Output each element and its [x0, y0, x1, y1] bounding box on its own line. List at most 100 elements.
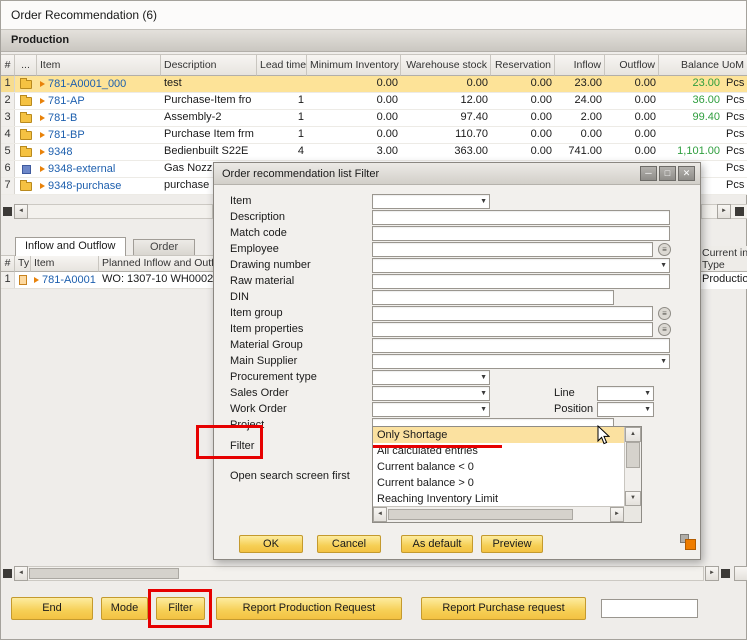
column-header[interactable]: Item	[31, 255, 99, 272]
tab-inflow-outflow[interactable]: Inflow and Outflow	[15, 237, 126, 256]
column-header[interactable]: Warehouse stock	[401, 54, 491, 76]
scroll-thumb[interactable]	[388, 509, 573, 520]
combo-field[interactable]: ▼	[372, 194, 490, 209]
line-combo[interactable]: ▼	[597, 386, 654, 401]
table-row[interactable]: 2 781-AP Purchase-Item fro 1 0.00 12.00 …	[1, 93, 747, 110]
scroll-thumb[interactable]	[626, 442, 640, 468]
column-header[interactable]: Balance UoM	[659, 54, 747, 76]
lead-time-cell	[257, 76, 307, 92]
item-link[interactable]: 781-A0001_000	[37, 76, 161, 92]
column-header[interactable]: Description	[161, 54, 257, 76]
report-purchase-request-button[interactable]: Report Purchase request	[421, 597, 586, 620]
chevron-down-icon[interactable]: ▼	[660, 358, 667, 365]
column-header[interactable]: Minimum Inventory	[307, 54, 401, 76]
chevron-down-icon[interactable]: ▼	[660, 262, 667, 269]
column-header[interactable]: #	[1, 54, 15, 76]
scroll-right-icon[interactable]: ►	[705, 566, 719, 581]
chevron-down-icon[interactable]: ▼	[480, 406, 487, 413]
text-field[interactable]	[372, 322, 653, 337]
dropdown-option[interactable]: Current balance > 0	[373, 475, 624, 491]
selection-icon[interactable]: ≡	[658, 307, 671, 320]
selection-icon[interactable]: ≡	[658, 323, 671, 336]
popup-vscrollbar[interactable]: ▲ ▼	[624, 427, 641, 506]
column-header[interactable]: Inflow	[555, 54, 605, 76]
text-field[interactable]	[372, 290, 614, 305]
as-default-button[interactable]: As default	[401, 535, 473, 553]
column-header[interactable]: Outflow	[605, 54, 659, 76]
scroll-right-icon[interactable]: ►	[610, 507, 624, 522]
tab-order[interactable]: Order	[133, 239, 195, 256]
link-arrow-icon	[40, 132, 45, 138]
position-combo[interactable]: ▼	[597, 402, 654, 417]
scroll-right-icon[interactable]: ►	[717, 204, 731, 219]
table-row[interactable]: 5 9348 Bedienbuilt S22E 4 3.00 363.00 0.…	[1, 144, 747, 161]
item-link[interactable]: 9348-purchase	[37, 178, 161, 194]
column-header[interactable]: Current in Type	[699, 246, 747, 272]
table-row[interactable]: 3 781-B Assembly-2 1 0.00 97.40 0.00 2.0…	[1, 110, 747, 127]
combo-field[interactable]: ▼	[372, 370, 490, 385]
chevron-down-icon[interactable]: ▼	[480, 374, 487, 381]
chevron-down-icon[interactable]: ▼	[644, 390, 651, 397]
scroll-thumb[interactable]	[29, 568, 179, 579]
column-header[interactable]: Reservation	[491, 54, 555, 76]
splitter-handle[interactable]	[3, 569, 12, 578]
chevron-down-icon[interactable]: ▼	[480, 390, 487, 397]
close-icon[interactable]: ✕	[678, 166, 695, 181]
end-button[interactable]: End	[11, 597, 93, 620]
footer-input[interactable]	[601, 599, 698, 618]
dialog-titlebar[interactable]: Order recommendation list Filter	[214, 163, 700, 185]
splitter-handle[interactable]	[721, 569, 730, 578]
maximize-icon[interactable]: □	[659, 166, 676, 181]
scroll-up-icon[interactable]: ▲	[625, 427, 641, 442]
popup-hscrollbar[interactable]: ◄ ►	[373, 506, 624, 522]
lead-time-cell: 4	[257, 144, 307, 160]
splitter-handle[interactable]	[735, 207, 744, 216]
text-field[interactable]	[372, 242, 653, 257]
minimize-icon[interactable]: ─	[640, 166, 657, 181]
column-header[interactable]: Item	[37, 54, 161, 76]
selection-icon[interactable]: ≡	[658, 243, 671, 256]
dropdown-option[interactable]: Current balance < 0	[373, 459, 624, 475]
dropdown-option[interactable]: Only Shortage	[373, 427, 624, 443]
cancel-button[interactable]: Cancel	[317, 535, 381, 553]
table-hscroll-track[interactable]	[14, 204, 213, 219]
scroll-down-icon[interactable]: ▼	[625, 491, 641, 506]
text-field[interactable]	[372, 226, 670, 241]
dropdown-option[interactable]: Reaching Inventory Limit	[373, 491, 624, 506]
column-header[interactable]: Lead time	[257, 54, 307, 76]
item-link[interactable]: 781-BP	[37, 127, 161, 143]
mode-button[interactable]: Mode	[101, 597, 148, 620]
scroll-left-icon[interactable]: ◄	[14, 204, 28, 219]
splitter-handle[interactable]	[3, 207, 12, 216]
combo-field[interactable]: ▼	[372, 402, 490, 417]
item-link[interactable]: 9348	[37, 144, 161, 160]
table-row[interactable]: 4 781-BP Purchase Item frm 1 0.00 110.70…	[1, 127, 747, 144]
preview-button[interactable]: Preview	[481, 535, 543, 553]
report-production-request-button[interactable]: Report Production Request	[216, 597, 402, 620]
combo-field[interactable]: ▼	[372, 258, 670, 273]
resize-grip[interactable]	[734, 566, 747, 581]
dialog-field-row: Match code	[214, 226, 700, 242]
combo-field[interactable]: ▼	[372, 354, 670, 369]
text-field[interactable]	[372, 338, 670, 353]
text-field[interactable]	[372, 210, 670, 225]
combo-field[interactable]: ▼	[372, 386, 490, 401]
text-field[interactable]	[372, 306, 653, 321]
text-field[interactable]	[372, 274, 670, 289]
table-row[interactable]: 1 781-A0001_000 test 0.00 0.00 0.00 23.0…	[1, 76, 747, 93]
item-link[interactable]: 781-B	[37, 110, 161, 126]
item-link[interactable]: 9348-external	[37, 161, 161, 177]
scroll-left-icon[interactable]: ◄	[373, 507, 387, 522]
item-link[interactable]: 781-A0001	[31, 272, 99, 288]
chevron-down-icon[interactable]: ▼	[480, 198, 487, 205]
description-cell: Bedienbuilt S22E	[161, 144, 257, 160]
scroll-left-icon[interactable]: ◄	[14, 566, 28, 581]
column-header[interactable]: Ty	[15, 255, 31, 272]
row-number: 2	[1, 93, 15, 109]
ok-button[interactable]: OK	[239, 535, 303, 553]
item-link[interactable]: 781-AP	[37, 93, 161, 109]
column-header[interactable]: #	[1, 255, 15, 272]
column-header[interactable]: ...	[15, 54, 37, 76]
chevron-down-icon[interactable]: ▼	[644, 406, 651, 413]
dialog-resize-icon[interactable]	[680, 534, 696, 550]
